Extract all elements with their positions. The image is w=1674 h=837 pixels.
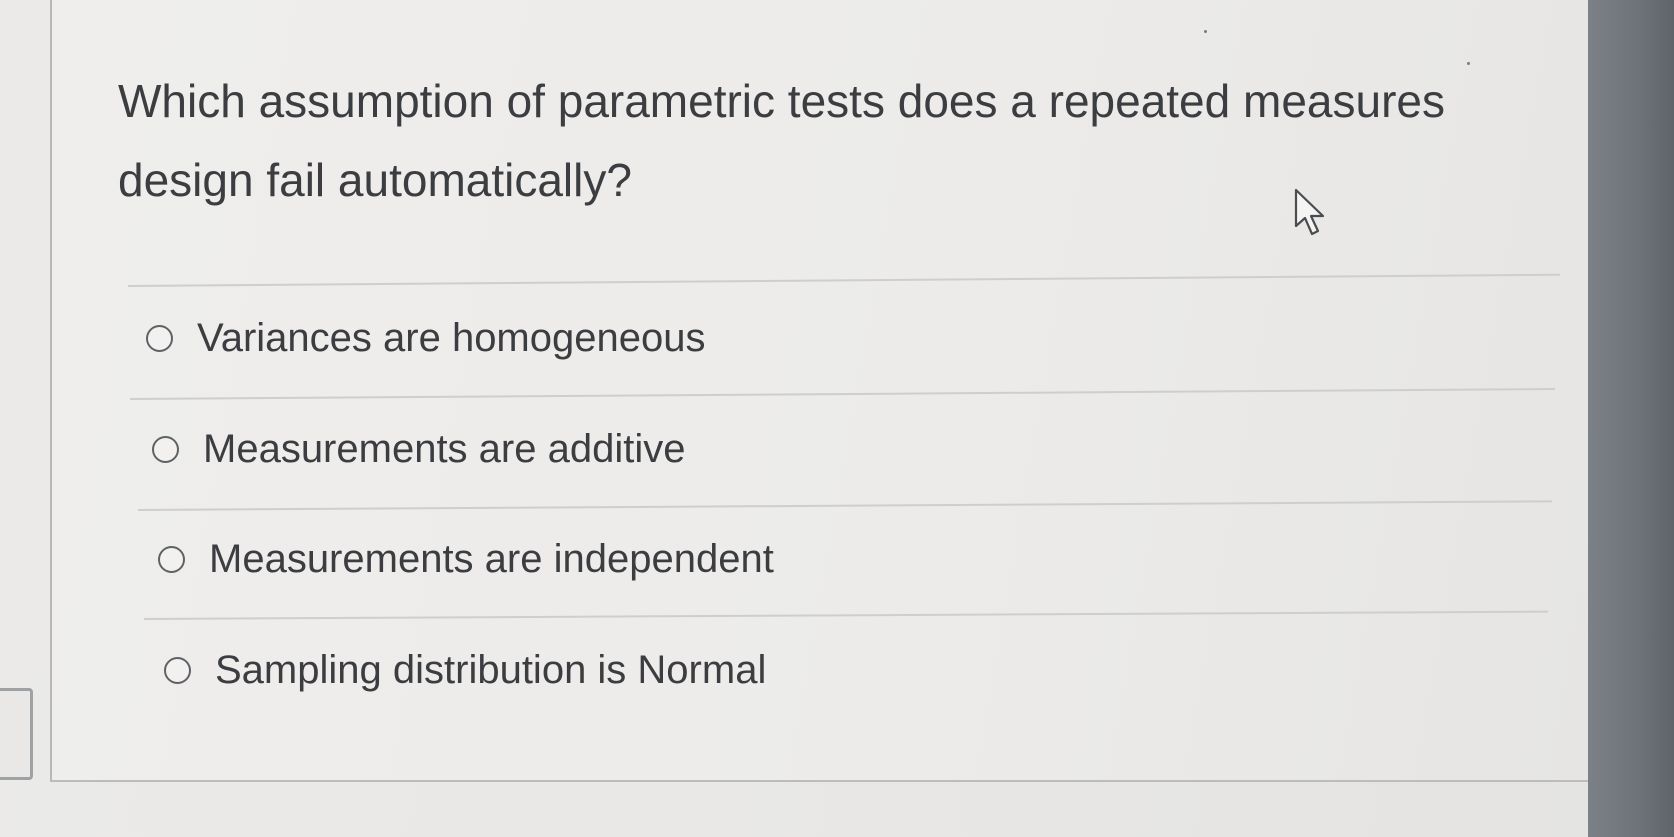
radio-button-icon[interactable] (158, 546, 185, 573)
answer-option-4[interactable]: Sampling distribution is Normal (164, 648, 766, 693)
answer-option-label: Measurements are additive (203, 427, 686, 471)
answer-option-1[interactable]: Variances are homogeneous (146, 316, 705, 361)
monitor-bezel (1588, 0, 1674, 837)
radio-button-icon[interactable] (164, 657, 191, 684)
answer-option-2[interactable]: Measurements are additive (152, 427, 685, 472)
radio-button-icon[interactable] (152, 436, 179, 463)
answer-option-label: Measurements are independent (209, 537, 774, 581)
screen-speck (1467, 62, 1470, 65)
answer-option-label: Variances are homogeneous (197, 316, 706, 360)
side-checkbox[interactable] (0, 688, 33, 780)
screen-speck (1204, 30, 1207, 33)
screen: Which assumption of parametric tests doe… (0, 0, 1674, 837)
answer-option-label: Sampling distribution is Normal (215, 648, 767, 692)
mouse-pointer-icon (1294, 188, 1325, 236)
radio-button-icon[interactable] (146, 325, 173, 352)
answer-option-3[interactable]: Measurements are independent (158, 537, 774, 582)
